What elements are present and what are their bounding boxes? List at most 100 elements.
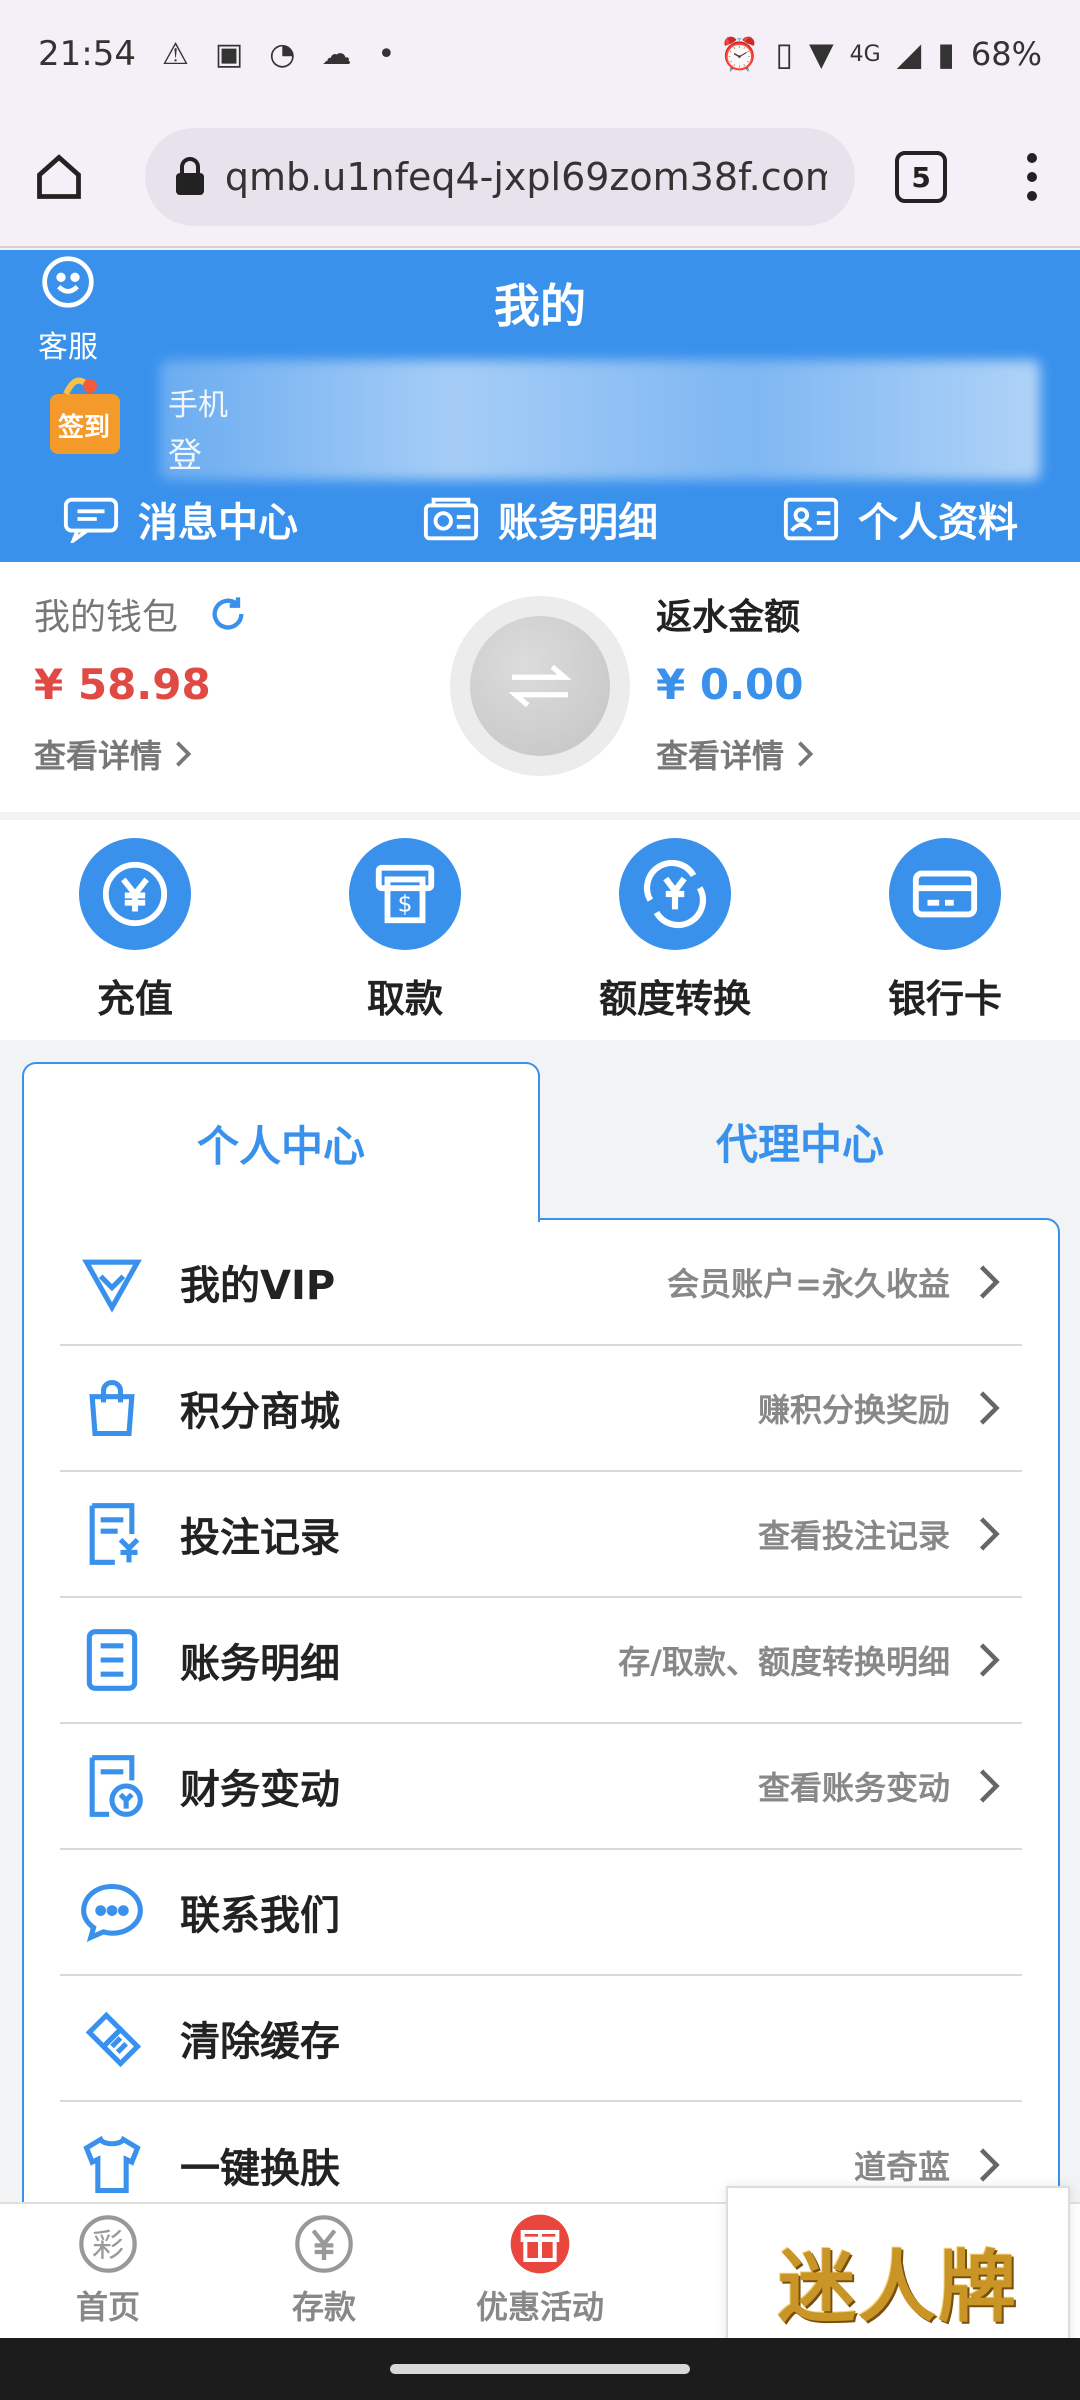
rebate-details-link[interactable]: 查看详情 bbox=[656, 731, 816, 777]
bill-icon bbox=[423, 497, 479, 541]
rebate-label: 返水金额 bbox=[656, 597, 801, 638]
address-bar[interactable]: qmb.u1nfeq4-jxpl69zom38f.com bbox=[144, 128, 856, 226]
menu-dot bbox=[1027, 153, 1038, 163]
bank-card-icon bbox=[912, 870, 978, 918]
user-login: 登 bbox=[168, 436, 202, 476]
home-button[interactable] bbox=[28, 145, 91, 209]
tab-agent-center[interactable]: 代理中心 bbox=[540, 1062, 1060, 1220]
status-time: 21:54 bbox=[38, 34, 136, 74]
vibrate-icon: ▯ bbox=[775, 35, 793, 73]
list-item-subtitle: 道奇蓝 bbox=[853, 2148, 950, 2186]
battery-icon: ▮ bbox=[937, 35, 955, 73]
id-card-icon bbox=[783, 497, 839, 541]
tshirt-icon bbox=[83, 2135, 141, 2194]
profile-header: 客服 我的 签到 手机 登 消息中心 账务明细 个人资料 bbox=[0, 250, 1080, 562]
rebate-section: 返水金额 ¥ 0.00 查看详情 bbox=[656, 588, 816, 777]
swap-button[interactable] bbox=[450, 596, 630, 776]
menu-list: 我的VIP 会员账户=永久收益 积分商城 赚积分换奖励 投注记录 查看投注记录 … bbox=[22, 1218, 1060, 2218]
quicknav-messages[interactable]: 消息中心 bbox=[62, 490, 298, 548]
home-icon bbox=[37, 154, 82, 199]
chevron-right-icon bbox=[979, 1769, 1000, 1803]
list-item-clear-cache[interactable]: 清除缓存 bbox=[60, 1976, 1022, 2102]
transfer-circle bbox=[619, 838, 731, 950]
wallet-balance: ¥ 58.98 bbox=[34, 660, 211, 709]
quicknav-bills[interactable]: 账务明细 bbox=[422, 490, 658, 548]
url-text: qmb.u1nfeq4-jxpl69zom38f.com bbox=[224, 155, 828, 199]
list-item-vip[interactable]: 我的VIP 会员账户=永久收益 bbox=[60, 1220, 1022, 1346]
svg-text:彩: 彩 bbox=[92, 2226, 124, 2264]
action-transfer[interactable]: 额度转换 bbox=[540, 820, 810, 1040]
checkin-badge-text: 签到 bbox=[58, 412, 110, 443]
menu-dot bbox=[1027, 172, 1038, 182]
checkin-badge-icon[interactable]: 签到 bbox=[36, 370, 144, 466]
lock-icon bbox=[175, 157, 204, 195]
swap-arrows-icon bbox=[508, 664, 572, 708]
svg-text:$: $ bbox=[398, 890, 413, 918]
exchange-yuan-icon bbox=[643, 859, 707, 929]
action-recharge[interactable]: 充值 bbox=[0, 820, 270, 1040]
action-label: 充值 bbox=[96, 977, 173, 1021]
wallet-details-link[interactable]: 查看详情 bbox=[34, 731, 248, 777]
my-wallet-label: 我的钱包 bbox=[34, 588, 248, 640]
menu-dot bbox=[1027, 191, 1038, 201]
list-item-subtitle: 查看账务变动 bbox=[757, 1769, 950, 1807]
list-item-points-mall[interactable]: 积分商城 赚积分换奖励 bbox=[60, 1346, 1022, 1472]
list-item-title: 投注记录 bbox=[180, 1515, 340, 1561]
nav-home[interactable]: 彩 首页 bbox=[0, 2204, 216, 2338]
nav-promotions[interactable]: 优惠活动 bbox=[432, 2204, 648, 2338]
refresh-icon[interactable] bbox=[208, 594, 248, 634]
list-item-subtitle: 赚积分换奖励 bbox=[757, 1391, 950, 1429]
finance-change-icon bbox=[89, 1755, 143, 1817]
center-panel: 个人中心 代理中心 我的VIP 会员账户=永久收益 积分商城 赚积分换奖励 投注… bbox=[22, 1062, 1060, 2218]
list-item-subtitle: 会员账户=永久收益 bbox=[667, 1265, 950, 1303]
bank-card-circle bbox=[889, 838, 1001, 950]
list-item-finance-changes[interactable]: 财务变动 查看账务变动 bbox=[60, 1724, 1022, 1850]
my-wallet-section: 我的钱包 ¥ 58.98 查看详情 bbox=[34, 588, 248, 777]
swap-inner bbox=[470, 616, 610, 756]
user-phone: 手机 bbox=[168, 388, 228, 423]
action-label: 额度转换 bbox=[598, 977, 751, 1021]
bet-record-icon bbox=[89, 1503, 140, 1565]
recharge-circle bbox=[79, 838, 191, 950]
list-item-bet-records[interactable]: 投注记录 查看投注记录 bbox=[60, 1472, 1022, 1598]
wifi-icon: ▼ bbox=[809, 35, 834, 73]
tab-switcher-button[interactable]: 5 bbox=[895, 151, 947, 203]
list-item-contact-us[interactable]: 联系我们 bbox=[60, 1850, 1022, 1976]
gift-icon bbox=[510, 2214, 570, 2274]
chevron-right-icon bbox=[979, 1643, 1000, 1677]
quicknav-profile[interactable]: 个人资料 bbox=[782, 490, 1018, 548]
broom-icon bbox=[85, 2011, 142, 2068]
page-title: 我的 bbox=[494, 279, 586, 333]
list-item-subtitle: 查看投注记录 bbox=[757, 1517, 950, 1555]
quicknav-label: 个人资料 bbox=[858, 500, 1018, 546]
chat-bubble-icon bbox=[81, 1883, 143, 1943]
cloud-app-icon: ☁ bbox=[321, 36, 352, 72]
nav-label: 存款 bbox=[291, 2288, 356, 2326]
details-label: 查看详情 bbox=[34, 737, 163, 775]
yuan-coin-icon bbox=[102, 861, 168, 927]
app-icon: ◔ bbox=[269, 36, 296, 72]
home-indicator[interactable] bbox=[390, 2364, 690, 2374]
message-icon bbox=[63, 497, 119, 543]
action-bank-card[interactable]: 银行卡 bbox=[810, 820, 1080, 1040]
tab-personal-center[interactable]: 个人中心 bbox=[22, 1062, 540, 1222]
list-item-account-details[interactable]: 账务明细 存/取款、额度转换明细 bbox=[60, 1598, 1022, 1724]
deposit-yuan-icon bbox=[295, 2215, 353, 2273]
quicknav-label: 消息中心 bbox=[138, 500, 298, 546]
system-icons: ⏰ ▯ ▼ 4G ◢ ▮ 68% bbox=[720, 35, 1042, 73]
battery-level: 68% bbox=[970, 35, 1042, 73]
action-withdraw[interactable]: $ 取款 bbox=[270, 820, 540, 1040]
tab-count: 5 bbox=[911, 160, 931, 194]
atm-icon: $ bbox=[375, 864, 435, 924]
rebate-amount: ¥ 0.00 bbox=[656, 660, 804, 709]
vip-diamond-icon bbox=[82, 1259, 142, 1313]
chevron-right-icon bbox=[979, 1265, 1000, 1299]
browser-menu-button[interactable] bbox=[1013, 145, 1052, 209]
chevron-right-icon bbox=[979, 1517, 1000, 1551]
browser-toolbar: qmb.u1nfeq4-jxpl69zom38f.com 5 bbox=[0, 108, 1080, 248]
chevron-right-icon bbox=[979, 1391, 1000, 1425]
action-label: 取款 bbox=[366, 977, 443, 1021]
details-label: 查看详情 bbox=[656, 737, 785, 775]
nav-deposit[interactable]: 存款 bbox=[216, 2204, 432, 2338]
status-bar: 21:54 ⚠ ▣ ◔ ☁ • ⏰ ▯ ▼ 4G ◢ ▮ 68% bbox=[0, 0, 1080, 108]
